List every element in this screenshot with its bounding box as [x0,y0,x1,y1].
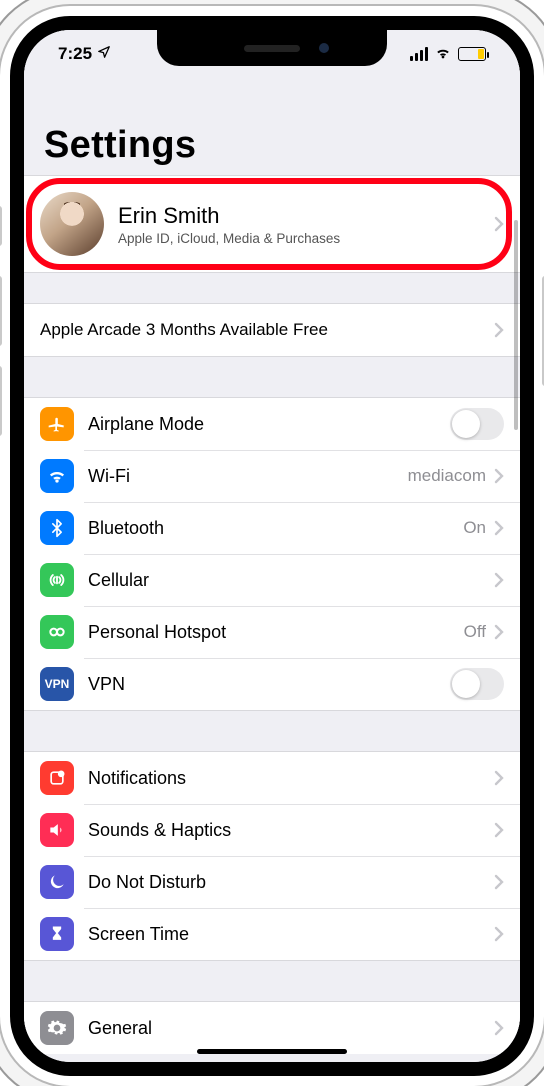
screen: 7:25 Settings [24,30,520,1062]
system-group: General [24,1001,520,1054]
chevron-right-icon [494,322,504,338]
vpn-row[interactable]: VPN VPN [24,658,520,710]
volume-up [0,276,2,346]
airplane-mode-row[interactable]: Airplane Mode [24,398,520,450]
wifi-label: Wi-Fi [88,466,130,487]
airplane-label: Airplane Mode [88,414,204,435]
vpn-icon: VPN [40,667,74,701]
chevron-right-icon [494,770,504,786]
chevron-right-icon [494,624,504,640]
profile-subtitle: Apple ID, iCloud, Media & Purchases [118,231,494,246]
moon-icon [40,865,74,899]
hotspot-label: Personal Hotspot [88,622,226,643]
screentime-label: Screen Time [88,924,189,945]
general-label: General [88,1018,152,1039]
settings-scrollview[interactable]: Settings Erin Smith Apple ID, iCloud, Me… [24,78,520,1062]
home-indicator[interactable] [197,1049,347,1054]
alerts-group: Notifications Sounds & Haptics [24,751,520,961]
bluetooth-value: On [463,518,486,538]
chevron-right-icon [494,520,504,536]
group-spacer [24,273,520,303]
cellular-icon [40,563,74,597]
battery-icon [458,47,486,61]
group-spacer [24,357,520,397]
dnd-row[interactable]: Do Not Disturb [24,856,520,908]
page-title: Settings [24,78,520,175]
apple-id-group: Erin Smith Apple ID, iCloud, Media & Pur… [24,175,520,273]
network-group: Airplane Mode Wi-Fi mediacom [24,397,520,711]
vpn-label: VPN [88,674,125,695]
chevron-right-icon [494,822,504,838]
front-camera [319,43,329,53]
airplane-icon [40,407,74,441]
speaker [244,45,300,52]
wifi-icon [40,459,74,493]
promo-group: Apple Arcade 3 Months Available Free [24,303,520,357]
hourglass-icon [40,917,74,951]
hotspot-row[interactable]: Personal Hotspot Off [24,606,520,658]
bluetooth-label: Bluetooth [88,518,164,539]
notifications-row[interactable]: Notifications [24,752,520,804]
sounds-row[interactable]: Sounds & Haptics [24,804,520,856]
sounds-icon [40,813,74,847]
airplane-toggle[interactable] [450,408,504,440]
wifi-row[interactable]: Wi-Fi mediacom [24,450,520,502]
gear-icon [40,1011,74,1045]
iphone-frame: 7:25 Settings [0,6,544,1086]
vpn-toggle[interactable] [450,668,504,700]
notch [157,30,387,66]
dnd-label: Do Not Disturb [88,872,206,893]
chevron-right-icon [494,874,504,890]
volume-down [0,366,2,436]
chevron-right-icon [494,1020,504,1036]
general-row[interactable]: General [24,1002,520,1054]
status-time: 7:25 [58,44,92,64]
apple-arcade-promo-row[interactable]: Apple Arcade 3 Months Available Free [24,304,520,356]
chevron-right-icon [494,572,504,588]
apple-id-row[interactable]: Erin Smith Apple ID, iCloud, Media & Pur… [24,182,520,266]
group-spacer [24,711,520,751]
hotspot-icon [40,615,74,649]
promo-label: Apple Arcade 3 Months Available Free [40,320,494,340]
profile-name: Erin Smith [118,203,494,229]
bluetooth-row[interactable]: Bluetooth On [24,502,520,554]
location-icon [97,44,111,64]
notifications-label: Notifications [88,768,186,789]
mute-switch [0,206,2,246]
chevron-right-icon [494,216,504,232]
chevron-right-icon [494,926,504,942]
avatar [40,192,104,256]
chevron-right-icon [494,468,504,484]
cellular-signal-icon [410,47,428,61]
wifi-icon [434,43,452,66]
notifications-icon [40,761,74,795]
cellular-label: Cellular [88,570,149,591]
wifi-value: mediacom [408,466,486,486]
bluetooth-icon [40,511,74,545]
screen-bezel: 7:25 Settings [10,16,534,1076]
sounds-label: Sounds & Haptics [88,820,231,841]
group-spacer [24,961,520,1001]
screentime-row[interactable]: Screen Time [24,908,520,960]
scrollbar[interactable] [514,220,518,430]
cellular-row[interactable]: Cellular [24,554,520,606]
hotspot-value: Off [464,622,486,642]
